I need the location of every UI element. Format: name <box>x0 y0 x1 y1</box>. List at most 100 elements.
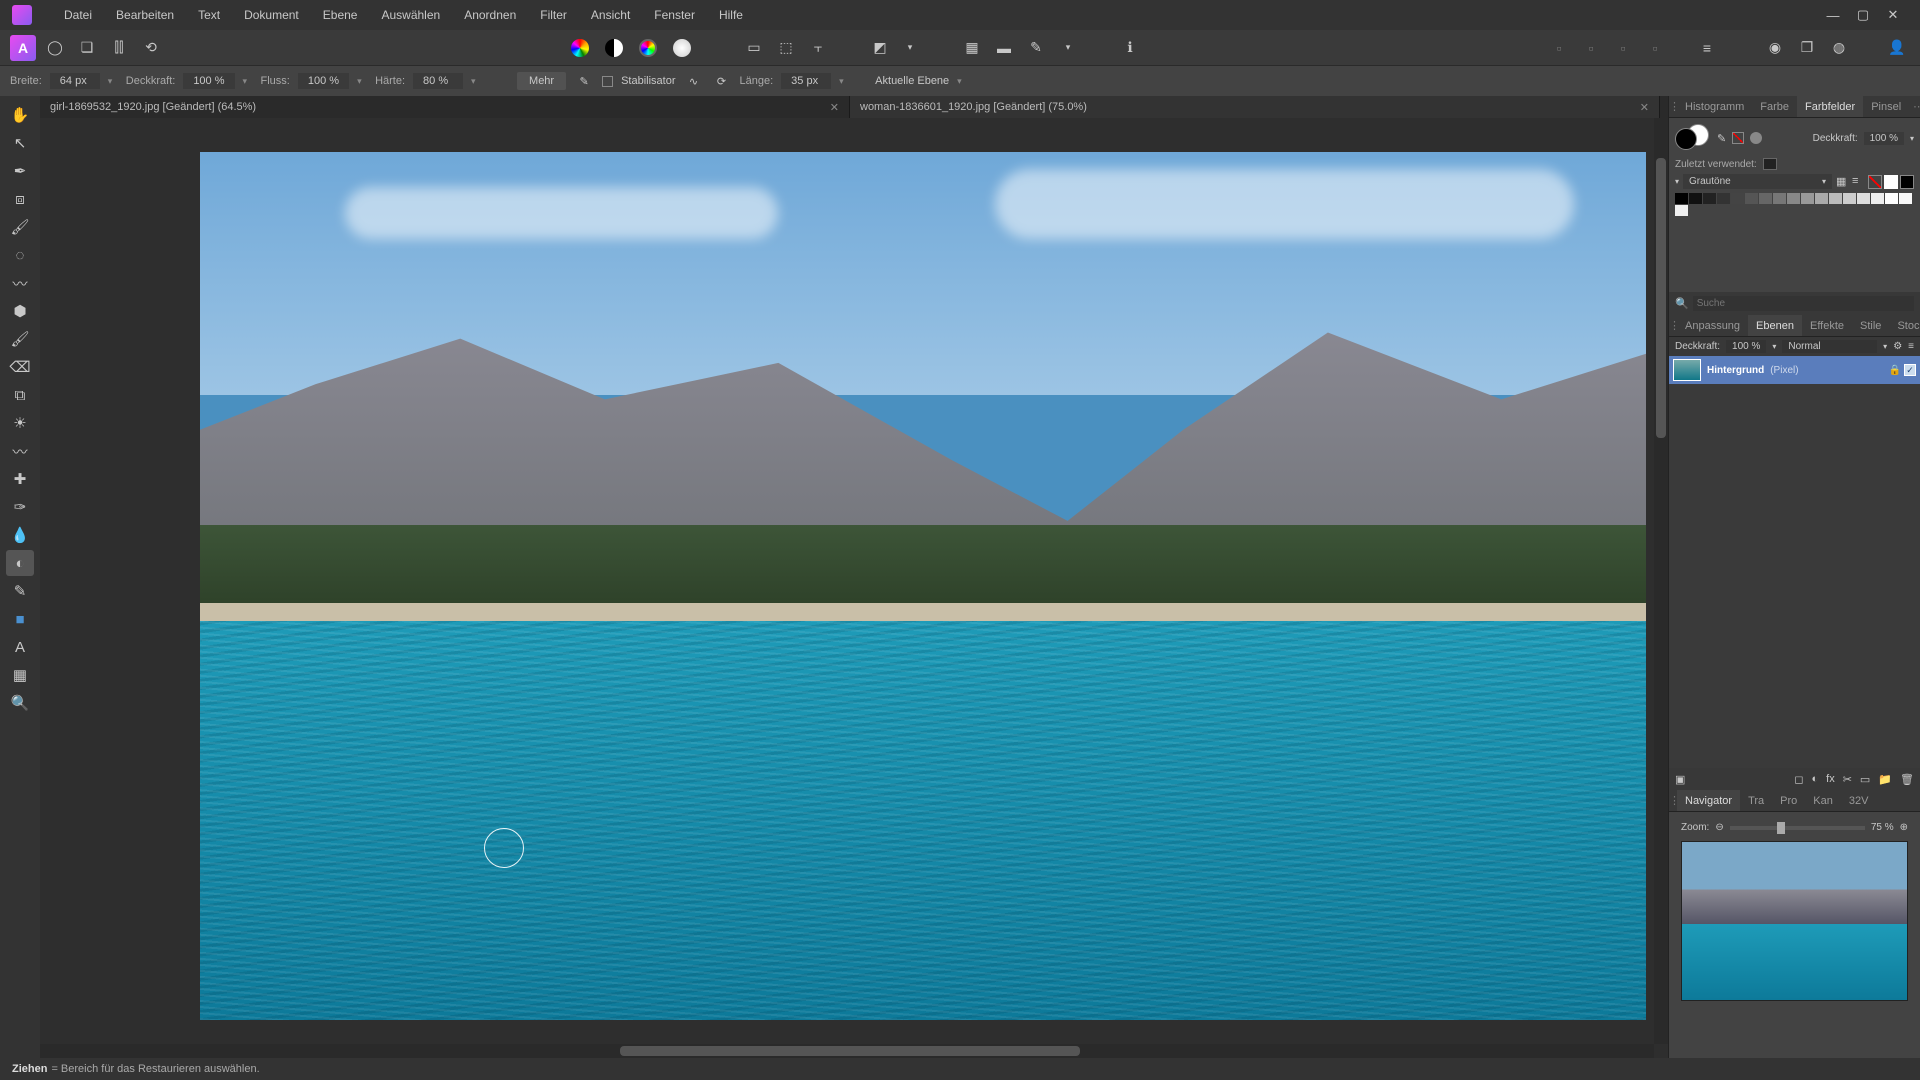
panel-tab-stock[interactable]: Stock <box>1889 315 1920 336</box>
persona-photo-icon[interactable]: A <box>10 35 36 61</box>
zoom-out-icon[interactable]: ⊖ <box>1715 822 1723 833</box>
layer-fx-icon[interactable]: fx <box>1826 773 1835 785</box>
color-picker-tool-icon[interactable]: ✒ <box>6 158 34 184</box>
window-minimize[interactable]: — <box>1818 8 1848 23</box>
pressure-icon[interactable]: ✎ <box>574 71 594 91</box>
selection-refine-icon[interactable]: ⫟ <box>805 35 831 61</box>
crop-tool-icon[interactable]: ⧈ <box>6 186 34 212</box>
panel-tab-stile[interactable]: Stile <box>1852 315 1889 336</box>
width-dropdown-icon[interactable]: ▾ <box>108 76 118 87</box>
panel-tab-histogramm[interactable]: Histogramm <box>1677 96 1752 117</box>
swatch[interactable] <box>1885 193 1898 204</box>
recent-swatch[interactable] <box>1763 158 1777 170</box>
align-icon[interactable]: ≡ <box>1694 35 1720 61</box>
foreground-background-colors[interactable] <box>1675 124 1711 152</box>
menu-dokument[interactable]: Dokument <box>232 8 311 22</box>
hand-tool-icon[interactable]: ✋ <box>6 102 34 128</box>
web-icon[interactable]: ◍ <box>1826 35 1852 61</box>
pen-tool-icon[interactable]: ✑ <box>6 494 34 520</box>
layer-fx-icon[interactable]: ⚙ <box>1893 341 1902 352</box>
menu-bearbeiten[interactable]: Bearbeiten <box>104 8 186 22</box>
layer-search-input[interactable] <box>1693 296 1914 311</box>
swatch-opacity-input[interactable]: 100 % <box>1864 132 1904 145</box>
info-icon[interactable]: ℹ <box>1117 35 1143 61</box>
layer-item[interactable]: Hintergrund (Pixel) 🔒 ✓ <box>1669 356 1920 384</box>
dropdown-icon[interactable]: ▾ <box>1055 35 1081 61</box>
zoom-in-icon[interactable]: ⊕ <box>1900 822 1908 833</box>
dropdown-icon[interactable]: ▾ <box>897 35 923 61</box>
persona-tone-icon[interactable]: ⫿⫿ <box>106 35 132 61</box>
layer-lock-icon[interactable]: 🔒 <box>1889 365 1901 376</box>
menu-text[interactable]: Text <box>186 8 232 22</box>
lightness-icon[interactable] <box>669 35 695 61</box>
swatch[interactable] <box>1829 193 1842 204</box>
text-tool-icon[interactable]: A <box>6 634 34 660</box>
swatch[interactable] <box>1675 193 1688 204</box>
panel-tab-ebenen[interactable]: Ebenen <box>1748 315 1802 336</box>
target-dropdown[interactable]: Aktuelle Ebene <box>875 75 949 87</box>
menu-hilfe[interactable]: Hilfe <box>707 8 755 22</box>
swatch[interactable] <box>1759 193 1772 204</box>
swatch[interactable] <box>1703 193 1716 204</box>
panel-tab-tra[interactable]: Tra <box>1740 790 1772 811</box>
swatch-add-icon[interactable] <box>1884 175 1898 189</box>
length-dropdown-icon[interactable]: ▾ <box>839 76 849 87</box>
document-tab-2[interactable]: woman-1836601_1920.jpg [Geändert] (75.0%… <box>850 96 1660 118</box>
opacity-input[interactable]: 100 % <box>183 73 234 89</box>
swatch[interactable] <box>1731 193 1744 204</box>
move-tool-icon[interactable]: ↖ <box>6 130 34 156</box>
opacity-dropdown-icon[interactable]: ▾ <box>243 76 253 87</box>
freehand-tool-icon[interactable]: 〰 <box>6 270 34 296</box>
swatch-add-icon[interactable] <box>1900 175 1914 189</box>
zoom-value[interactable]: 75 % <box>1871 822 1894 833</box>
selection-marquee-icon[interactable]: ▭ <box>741 35 767 61</box>
selection-lasso-icon[interactable]: ⬚ <box>773 35 799 61</box>
panel-tab-pinsel[interactable]: Pinsel <box>1863 96 1909 117</box>
panel-tab-anpassung[interactable]: Anpassung <box>1677 315 1748 336</box>
scrollbar-vertical[interactable] <box>1654 118 1668 1044</box>
swatch[interactable] <box>1871 193 1884 204</box>
swatch[interactable] <box>1689 193 1702 204</box>
layer-delete-icon[interactable]: 🗑 <box>1900 773 1914 786</box>
navigator-thumbnail[interactable] <box>1681 841 1908 1001</box>
tab-close-icon[interactable]: ✕ <box>818 101 839 114</box>
erase-tool-icon[interactable]: ⌫ <box>6 354 34 380</box>
menu-fenster[interactable]: Fenster <box>642 8 707 22</box>
window-close[interactable]: ✕ <box>1878 7 1908 23</box>
layer-adjustment-icon[interactable]: ◐ <box>1811 773 1818 785</box>
panel-tab-effekte[interactable]: Effekte <box>1802 315 1852 336</box>
layer-visible-checkbox[interactable]: ✓ <box>1904 364 1916 376</box>
zoom-tool-icon[interactable]: 🔍 <box>6 690 34 716</box>
layer-group-icon[interactable]: ▣ <box>1675 773 1685 786</box>
swatch[interactable] <box>1857 193 1870 204</box>
panel-tab-farbfelder[interactable]: Farbfelder <box>1797 96 1863 117</box>
menu-datei[interactable]: Datei <box>52 8 104 22</box>
hardness-input[interactable]: 80 % <box>413 73 463 89</box>
panel-tab-32v[interactable]: 32V <box>1841 790 1877 811</box>
menu-ebene[interactable]: Ebene <box>311 8 370 22</box>
new-layer-icon[interactable]: ◉ <box>1762 35 1788 61</box>
mid-color-icon[interactable] <box>1750 132 1762 144</box>
mesh-tool-icon[interactable]: ▦ <box>6 662 34 688</box>
snap-icon[interactable]: ▬ <box>991 35 1017 61</box>
zoom-slider[interactable] <box>1730 826 1865 830</box>
length-input[interactable]: 35 px <box>781 73 831 89</box>
swatch[interactable] <box>1745 193 1758 204</box>
inpainting-tool-icon[interactable]: ◐ <box>6 550 34 576</box>
rope-mode-icon[interactable]: ∿ <box>684 71 704 91</box>
canvas-area[interactable] <box>40 118 1668 1058</box>
layer-opacity-input[interactable]: 100 % <box>1726 340 1766 353</box>
blend-mode-dropdown[interactable]: Normal <box>1782 340 1877 353</box>
more-button[interactable]: Mehr <box>517 72 566 90</box>
window-mode-icon[interactable]: ⟳ <box>712 71 732 91</box>
swatch[interactable] <box>1675 205 1688 216</box>
menu-filter[interactable]: Filter <box>528 8 579 22</box>
panel-overflow-icon[interactable]: ⋯ <box>1909 100 1920 113</box>
flow-input[interactable]: 100 % <box>298 73 349 89</box>
swatch[interactable] <box>1773 193 1786 204</box>
clone-tool-icon[interactable]: ⧉ <box>6 382 34 408</box>
selection-brush-tool-icon[interactable]: 🖌 <box>6 214 34 240</box>
panel-tab-pro[interactable]: Pro <box>1772 790 1805 811</box>
menu-ansicht[interactable]: Ansicht <box>579 8 642 22</box>
shape-tool-icon[interactable]: ■ <box>6 606 34 632</box>
